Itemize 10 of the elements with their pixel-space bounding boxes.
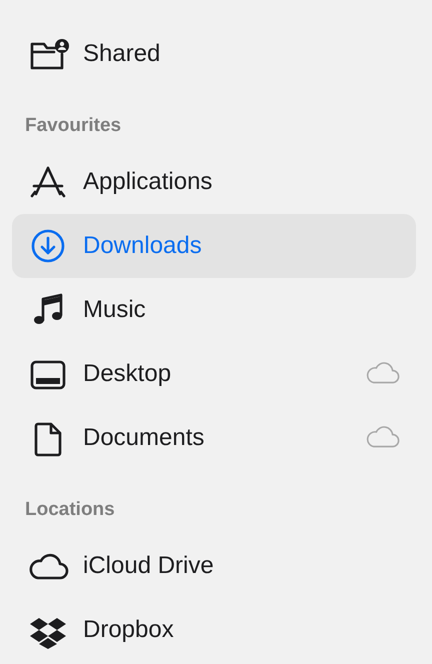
sidebar-item[interactable]: Applications	[12, 150, 416, 214]
sidebar-item[interactable]: Documents	[12, 406, 416, 470]
sidebar-item[interactable]: Music	[12, 278, 416, 342]
sidebar-item[interactable]: Shared	[12, 22, 416, 86]
section-header: Locations	[25, 498, 115, 522]
sidebar-item[interactable]: iCloud Drive	[12, 534, 416, 598]
sidebar-item[interactable]: Downloads	[12, 214, 416, 278]
sidebar-item[interactable]: Desktop	[12, 342, 416, 406]
section-header: Favourites	[25, 114, 122, 138]
sidebar-item[interactable]: Dropbox	[12, 598, 416, 662]
